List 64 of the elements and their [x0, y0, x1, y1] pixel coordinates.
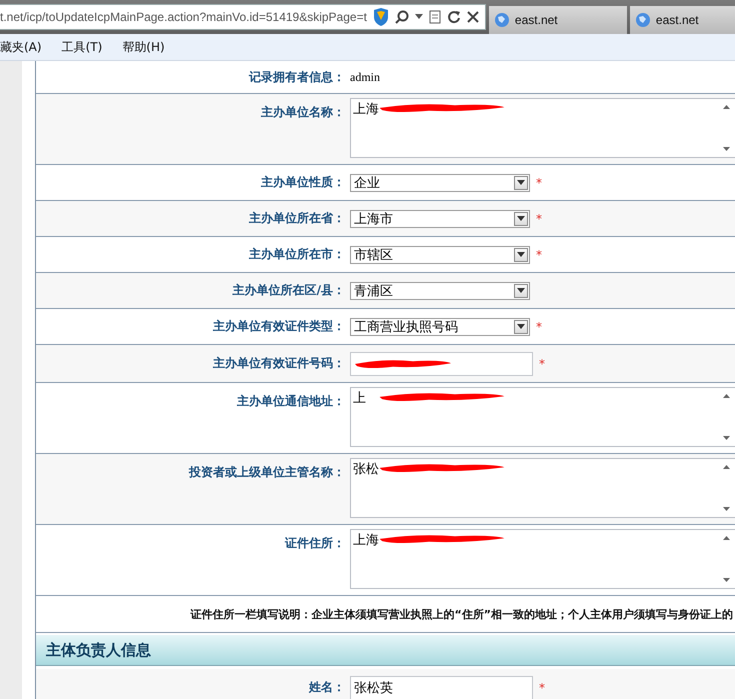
globe-icon	[634, 12, 651, 28]
scroll-up-icon[interactable]	[723, 465, 730, 469]
field-label: 主办单位性质：	[261, 175, 345, 189]
scroll-down-icon[interactable]	[723, 507, 730, 511]
field-value: admin	[350, 70, 380, 84]
scroll-down-icon[interactable]	[723, 147, 730, 151]
select-field[interactable]: 企业	[350, 174, 530, 192]
search-icon[interactable]	[394, 10, 409, 24]
caret-icon	[517, 180, 525, 185]
select-field[interactable]: 市辖区	[350, 246, 530, 264]
close-icon[interactable]	[466, 11, 479, 23]
required-mark: *	[536, 212, 542, 226]
select-field[interactable]: 工商营业执照号码	[350, 318, 530, 336]
shield-icon[interactable]	[372, 8, 389, 26]
required-mark: *	[539, 356, 545, 370]
dropdown-button[interactable]	[514, 284, 528, 298]
scroll-up-icon[interactable]	[723, 536, 730, 540]
page-icon[interactable]	[428, 10, 441, 24]
menu-item[interactable]: 工具(T)	[62, 38, 102, 56]
select-field[interactable]: 上海市	[350, 210, 530, 228]
globe-icon	[494, 12, 510, 28]
menu-item[interactable]: 藏夹(A)	[0, 38, 42, 56]
caret-icon	[517, 288, 525, 293]
field-label: 主办单位名称：	[261, 105, 345, 119]
input-field[interactable]	[350, 352, 533, 376]
select-field[interactable]: 青浦区	[350, 282, 530, 300]
caret-icon	[517, 324, 525, 329]
dropdown-button[interactable]	[514, 248, 528, 262]
textarea-field[interactable]: 上海	[350, 98, 735, 158]
textarea-field[interactable]: 上	[350, 387, 735, 447]
field-label: 姓名：	[309, 680, 345, 694]
browser-tab[interactable]: east.net	[630, 6, 735, 34]
section-header: 主体负责人信息	[36, 635, 735, 666]
field-label: 证件住所：	[285, 536, 345, 550]
dropdown-button[interactable]	[514, 212, 528, 226]
field-label: 主办单位所在市：	[249, 247, 345, 261]
scroll-up-icon[interactable]	[723, 105, 730, 109]
required-mark: *	[536, 248, 542, 262]
field-label: 记录拥有者信息：	[249, 70, 345, 84]
field-label: 主办单位有效证件类型：	[213, 319, 345, 333]
instruction-note: 证件住所一栏填写说明：企业主体须填写营业执照上的“住所”相一致的地址；个人主体用户须填写与身份证上的	[190, 606, 733, 622]
input-field[interactable]: 张松英	[350, 676, 533, 699]
address-bar[interactable]: t.net/icp/toUpdateIcpMainPage.action?mainVo.id=51419&skipPage=t	[0, 4, 486, 30]
field-label: 主办单位所在区/县：	[232, 283, 345, 297]
field-label: 主办单位所在省：	[249, 211, 345, 225]
required-mark: *	[536, 176, 542, 190]
caret-icon	[517, 252, 525, 257]
textarea-field[interactable]: 上海	[350, 529, 735, 589]
refresh-icon[interactable]	[446, 10, 461, 24]
scroll-down-icon[interactable]	[723, 436, 730, 440]
field-label: 主办单位通信地址：	[237, 394, 345, 408]
textarea-field[interactable]: 张松	[350, 458, 735, 518]
scroll-up-icon[interactable]	[723, 394, 730, 398]
dropdown-icon[interactable]	[414, 14, 423, 20]
field-label: 主办单位有效证件号码：	[213, 356, 345, 370]
menu-item[interactable]: 帮助(H)	[122, 38, 165, 56]
required-mark: *	[536, 320, 542, 334]
dropdown-button[interactable]	[514, 320, 528, 334]
required-mark: *	[539, 680, 545, 694]
field-label: 投资者或上级单位主管名称：	[189, 465, 345, 479]
scroll-down-icon[interactable]	[723, 578, 730, 582]
caret-icon	[517, 216, 525, 221]
browser-tab[interactable]: east.net	[488, 6, 627, 34]
dropdown-button[interactable]	[514, 176, 528, 190]
